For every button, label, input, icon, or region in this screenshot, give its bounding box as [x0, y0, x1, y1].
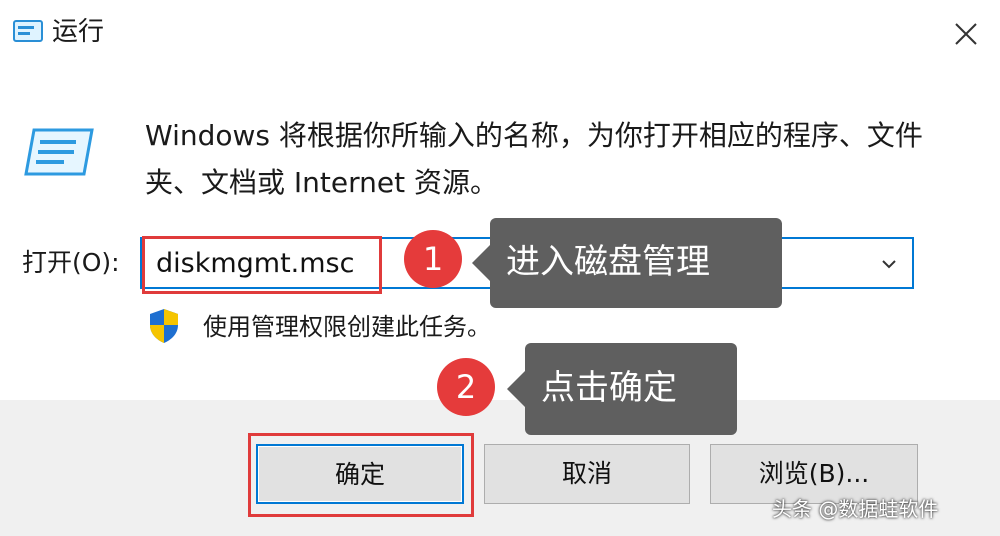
step1-tooltip: 进入磁盘管理: [472, 218, 782, 308]
watermark: 头条 @数据蛙软件: [772, 497, 939, 521]
title-bar: 运行: [0, 0, 1000, 68]
uac-shield-icon: [150, 309, 178, 343]
admin-note: 使用管理权限创建此任务。: [203, 313, 491, 341]
step2-tooltip: 点击确定: [507, 343, 737, 435]
open-label: 打开(O):: [22, 248, 120, 277]
step1-badge: 1: [404, 230, 462, 288]
run-app-icon: [13, 20, 43, 42]
dialog-description: Windows 将根据你所输入的名称，为你打开相应的程序、文件夹、文档或 Int…: [145, 119, 923, 199]
run-dialog-icon: [24, 128, 94, 176]
cancel-button[interactable]: 取消: [484, 444, 690, 504]
chevron-down-icon[interactable]: [880, 255, 898, 273]
window-title: 运行: [52, 17, 105, 47]
input-highlight-box: [142, 236, 382, 294]
ok-highlight-box: [248, 433, 474, 517]
step2-badge: 2: [437, 358, 495, 416]
close-icon[interactable]: [948, 16, 984, 52]
